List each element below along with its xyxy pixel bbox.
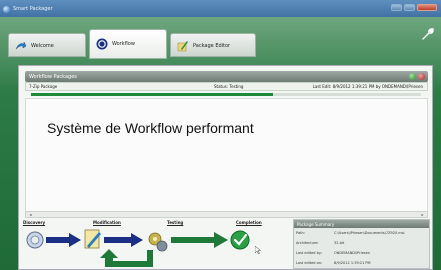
summary-row-path: Path: C:\Users\lPriesen\Documents\7Z920.… [294,229,429,238]
workflow-circle-icon [96,38,108,50]
discovery-step-icon[interactable] [26,231,44,249]
summary-value: 32-bit [334,241,345,245]
tab-workflow[interactable]: Workflow [89,29,167,59]
package-last-edit: Last Edit: 8/9/2012 1:39:21 PM by ONDEMA… [312,84,423,89]
package-name: 7-Zip Package [29,84,58,89]
mouse-cursor-icon [255,246,261,255]
modification-step-icon[interactable] [84,229,101,249]
scroll-right-icon[interactable]: ▸ [419,212,426,217]
remove-package-icon[interactable] [418,73,425,80]
tab-package-editor[interactable]: Package Editor [170,33,256,57]
package-row[interactable]: 7-Zip Package Status: Testing Last Edit:… [25,82,428,91]
workflow-packages-title: Workflow Packages [29,74,77,80]
summary-value: ONDEMAND\lPriesen [334,251,370,255]
tab-bar: Welcome Workflow Package Editor [8,27,256,67]
package-list-area[interactable] [25,98,428,212]
workflow-graphic [26,229,250,267]
overlay-caption: Système de Workflow performant [47,120,254,136]
summary-key: Last edited on: [296,261,323,265]
close-button[interactable] [417,4,437,11]
wrench-icon[interactable] [421,27,435,41]
summary-row-edited-on: Last edited on: 8/9/2012 1:39:21 PM [294,259,429,268]
tab-workflow-label: Workflow [112,41,135,47]
summary-key: Path: [296,231,305,235]
welcome-arrow-icon [15,41,27,50]
tab-welcome-label: Welcome [31,43,54,49]
package-summary-title: Package Summary [297,222,335,227]
scroll-left-icon[interactable]: ◂ [27,212,34,217]
summary-value: 8/9/2012 1:39:21 PM [334,261,371,265]
add-package-icon[interactable] [409,73,416,80]
workflow-packages-header: Workflow Packages [25,71,428,82]
window-body: Welcome Workflow Package Editor Workflow… [0,17,441,270]
arrow-right-icon [104,233,143,247]
window-title: Smart Packager [13,6,53,12]
arrow-right-green-icon [171,232,228,248]
summary-value: C:\Users\lPriesen\Documents\7Z920.msi [334,231,405,235]
window-controls [391,4,437,11]
testing-step-icon[interactable] [148,232,168,252]
minimize-button[interactable] [391,4,402,11]
app-icon [3,6,10,13]
horizontal-scrollbar[interactable]: ◂ ▸ [25,211,428,218]
tab-package-editor-label: Package Editor [193,43,231,49]
workflow-diagram: Discovery Modification Testing Completio… [21,218,279,270]
summary-row-architecture: Architecture: 32-bit [294,239,429,248]
package-progress-fill [31,93,273,96]
package-progress-bar [31,93,421,96]
package-summary-header: Package Summary [294,220,429,228]
workflow-panel: Workflow Packages 7-Zip Package Status: … [18,65,433,270]
arrow-right-icon [46,233,81,247]
package-summary: Package Summary Path: C:\Users\lPriesen\… [293,219,430,269]
tab-welcome[interactable]: Welcome [8,33,86,57]
summary-key: Last edited by: [296,251,322,255]
maximize-button[interactable] [404,4,415,11]
package-editor-icon [177,41,188,52]
summary-key: Architecture: [296,241,319,245]
package-status: Status: Testing [214,84,244,89]
summary-row-edited-by: Last edited by: ONDEMAND\lPriesen [294,249,429,258]
loop-back-arrow-icon [100,249,153,267]
completion-step-icon[interactable] [230,230,250,250]
